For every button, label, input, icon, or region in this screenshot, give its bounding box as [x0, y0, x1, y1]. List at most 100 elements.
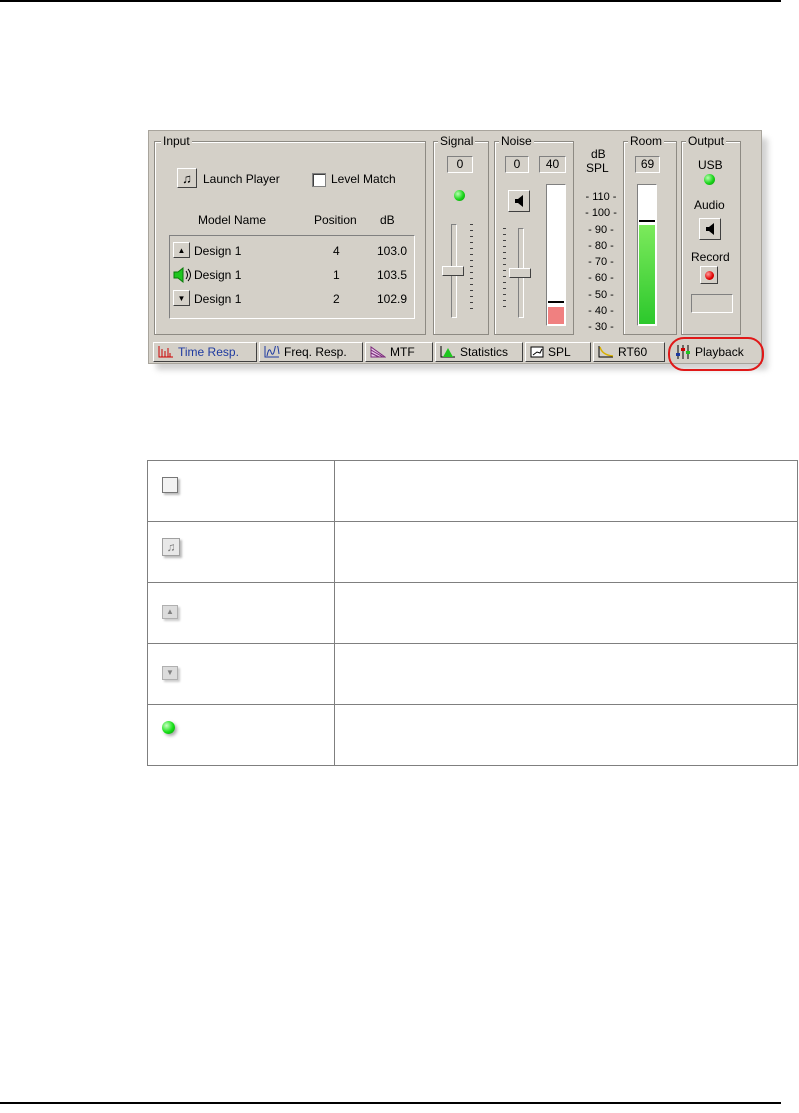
model-name: Design 1	[194, 292, 242, 306]
db-scale-label: - 110 -	[585, 191, 617, 203]
model-db: 103.0	[377, 244, 408, 258]
noise-mute-button[interactable]	[508, 190, 530, 212]
time-response-icon	[158, 346, 173, 358]
up-arrow-button-icon: ▲	[162, 605, 178, 619]
table-row: ▲	[147, 582, 798, 644]
signal-led-icon	[454, 190, 465, 201]
input-legend: Input	[161, 134, 192, 148]
level-match-checkbox[interactable]	[312, 173, 326, 187]
table-row: ♫	[147, 521, 798, 583]
db-scale-label: - 60 -	[588, 272, 614, 285]
launch-player-button[interactable]: ♫	[177, 168, 197, 188]
list-item[interactable]: Design 1 1 103.5	[170, 264, 414, 284]
spl-label: SPL	[586, 161, 609, 175]
db-scale-label: - 30 -	[588, 321, 614, 334]
playback-panel: Input ♫ Launch Player Level Match Model …	[148, 130, 762, 364]
audio-label: Audio	[694, 198, 725, 212]
playback-screenshot: Input ♫ Launch Player Level Match Model …	[148, 130, 768, 371]
noise-meter-fill	[548, 307, 564, 324]
up-arrow-icon[interactable]: ▲	[173, 242, 190, 258]
down-arrow-icon[interactable]: ▼	[173, 290, 190, 306]
noise-group: Noise 0 40	[494, 134, 574, 335]
record-label: Record	[691, 250, 730, 264]
table-row	[147, 704, 798, 766]
room-meter	[637, 184, 657, 326]
spl-icon	[530, 346, 544, 358]
model-position: 4	[333, 244, 340, 258]
tab-time-resp[interactable]: Time Resp.	[153, 342, 257, 362]
tab-mtf[interactable]: MTF	[365, 342, 433, 362]
mtf-icon	[370, 346, 386, 358]
noise-legend: Noise	[499, 134, 534, 148]
tab-statistics[interactable]: Statistics	[435, 342, 523, 362]
room-group: Room 69	[623, 134, 677, 335]
tab-label: Freq. Resp.	[284, 345, 347, 359]
model-db: 103.5	[377, 268, 408, 282]
playback-highlight-ring	[668, 337, 764, 371]
checkbox-icon	[162, 477, 178, 493]
tab-label: MTF	[390, 345, 415, 359]
column-header-position: Position	[314, 213, 357, 227]
tab-label: Time Resp.	[178, 345, 239, 359]
signal-value: 0	[447, 156, 473, 173]
db-scale-label: - 80 -	[588, 239, 614, 252]
tab-freq-resp[interactable]: Freq. Resp.	[259, 342, 363, 362]
table-row: ▼	[147, 643, 798, 705]
icon-legend-table: ♫ ▲ ▼	[147, 460, 798, 766]
room-meter-fill	[639, 225, 655, 324]
down-arrow-button-icon: ▼	[162, 666, 178, 680]
room-value: 69	[635, 156, 660, 173]
speaker-icon[interactable]	[173, 266, 193, 286]
speaker-icon	[515, 195, 523, 207]
db-label: dB	[591, 147, 606, 161]
db-scale-label: - 40 -	[588, 305, 614, 318]
record-dot-icon	[704, 270, 714, 280]
db-scale-ticks: - 110 - - 100 - - 90 - - 80 - - 70 - - 60 - - …	[579, 189, 623, 336]
audio-output-button[interactable]	[699, 218, 721, 240]
record-status-box	[691, 294, 733, 313]
output-group: Output USB Audio Record	[681, 134, 741, 335]
column-header-db: dB	[380, 213, 395, 227]
db-scale-label: - 50 -	[588, 288, 614, 301]
level-match-label: Level Match	[331, 172, 396, 186]
db-scale-label: - 90 -	[588, 223, 614, 236]
usb-led-icon	[704, 174, 715, 185]
model-name: Design 1	[194, 268, 242, 282]
table-row	[147, 460, 798, 522]
tab-rt60[interactable]: RT60	[593, 342, 665, 362]
signal-group: Signal 0	[433, 134, 489, 335]
green-led-icon	[162, 721, 175, 734]
model-list: ▲ Design 1 4 103.0 Design 1 1 103.5 ▼ De…	[169, 235, 415, 319]
noise-value-min: 0	[505, 156, 529, 173]
tab-spl[interactable]: SPL	[525, 342, 591, 362]
model-position: 2	[333, 292, 340, 306]
signal-ticks	[470, 224, 473, 314]
bottom-rule	[0, 1102, 781, 1104]
list-item[interactable]: ▼ Design 1 2 102.9	[170, 288, 414, 308]
db-spl-scale: dB SPL - 110 -- 100 -- 90 -- 80 -- 70 --…	[577, 145, 621, 335]
signal-slider[interactable]	[442, 266, 464, 276]
noise-meter-marker	[548, 301, 564, 303]
signal-legend: Signal	[438, 134, 476, 148]
frequency-response-icon	[264, 346, 280, 358]
top-rule	[0, 0, 781, 2]
noise-meter	[546, 184, 566, 326]
speaker-icon	[706, 223, 714, 235]
model-db: 102.9	[377, 292, 408, 306]
room-meter-marker	[639, 220, 655, 222]
model-position: 1	[333, 268, 340, 282]
tab-label: RT60	[618, 345, 648, 359]
list-item[interactable]: ▲ Design 1 4 103.0	[170, 240, 414, 260]
db-scale-label: - 100 -	[585, 207, 617, 220]
tab-label: SPL	[548, 345, 571, 359]
noise-value-max: 40	[539, 156, 566, 173]
room-legend: Room	[628, 134, 665, 148]
record-button[interactable]	[700, 266, 718, 284]
music-note-icon: ♫	[182, 170, 192, 186]
noise-ticks	[503, 228, 506, 312]
noise-slider[interactable]	[509, 268, 531, 278]
db-scale-label: - 70 -	[588, 256, 614, 269]
music-note-button-icon: ♫	[162, 538, 180, 556]
launch-player-label: Launch Player	[203, 172, 280, 186]
tab-label: Statistics	[460, 345, 509, 359]
